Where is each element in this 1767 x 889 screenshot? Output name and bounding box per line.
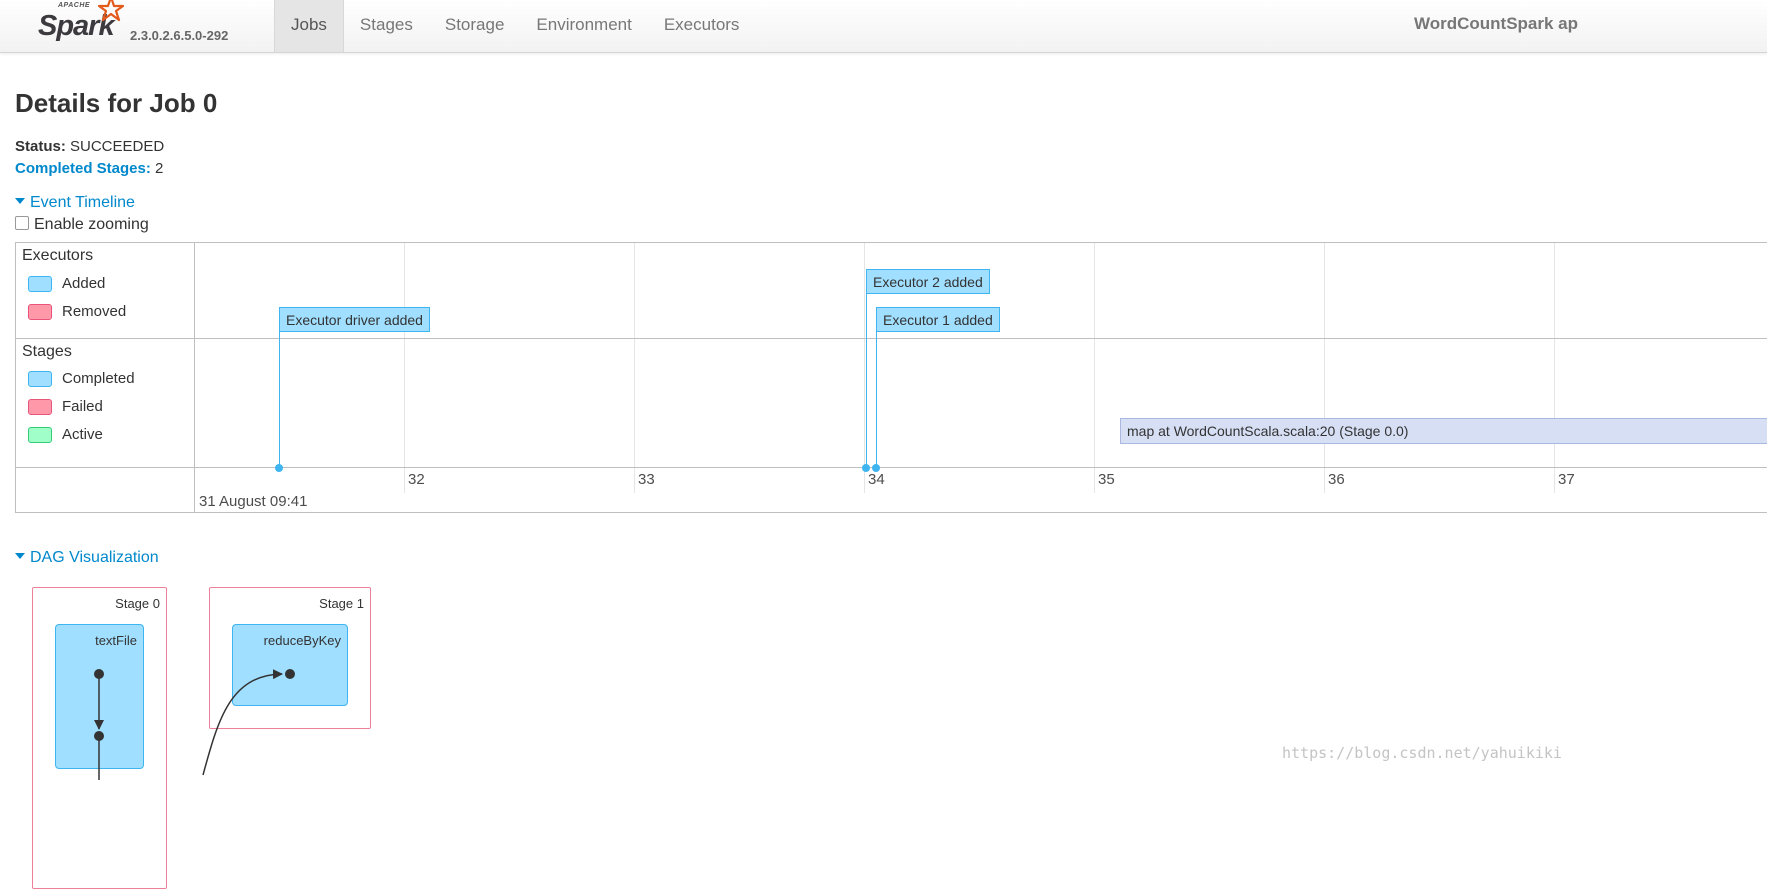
dag-rdd-node[interactable] [94, 669, 104, 679]
dag-edges [94, 669, 295, 780]
watermark: https://blog.csdn.net/yahuikiki [1282, 744, 1562, 762]
dag-rdd-node[interactable] [285, 669, 295, 679]
dag-edge-cross-stage [202, 669, 283, 776]
dag-rdd-node[interactable] [94, 731, 104, 741]
